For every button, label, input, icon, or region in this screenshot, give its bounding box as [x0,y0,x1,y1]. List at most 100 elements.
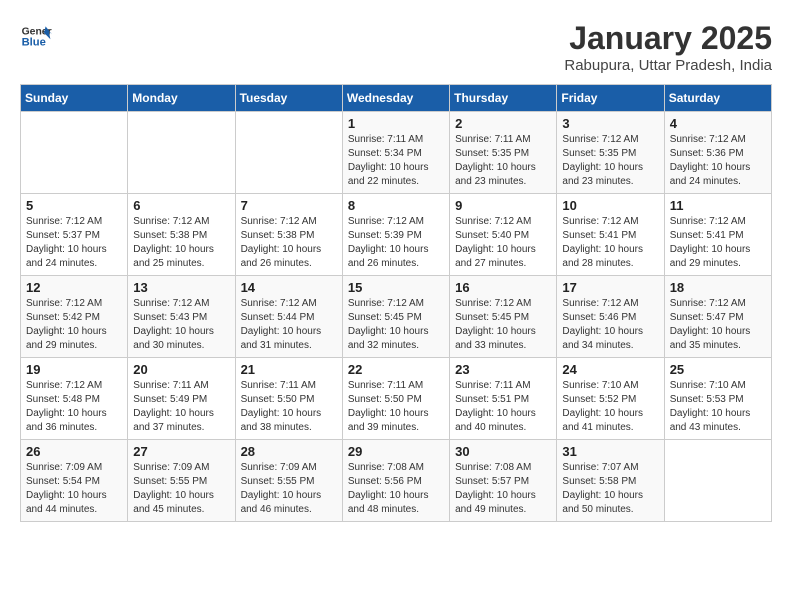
week-row-3: 12 Sunrise: 7:12 AM Sunset: 5:42 PM Dayli… [21,276,772,358]
day-info: Sunrise: 7:09 AM Sunset: 5:55 PM Dayligh… [241,461,337,517]
page-header: General Blue January 2025 Rabupura, Utta… [20,20,772,74]
day-number: 28 [241,444,337,459]
calendar-cell: 1 Sunrise: 7:11 AM Sunset: 5:34 PM Daylig… [342,112,449,194]
day-number: 11 [670,198,766,213]
day-number: 14 [241,280,337,295]
day-info: Sunrise: 7:12 AM Sunset: 5:45 PM Dayligh… [455,297,551,353]
day-number: 26 [26,444,122,459]
calendar-header: SundayMondayTuesdayWednesdayThursdayFrid… [21,85,772,112]
week-row-1: 1 Sunrise: 7:11 AM Sunset: 5:34 PM Daylig… [21,112,772,194]
day-info: Sunrise: 7:10 AM Sunset: 5:53 PM Dayligh… [670,379,766,435]
calendar-cell [664,440,771,522]
day-number: 5 [26,198,122,213]
week-row-5: 26 Sunrise: 7:09 AM Sunset: 5:54 PM Dayli… [21,440,772,522]
calendar-cell: 23Sunrise: 7:11 AM Sunset: 5:51 PM Dayli… [450,358,557,440]
weekday-header-monday: Monday [128,85,235,112]
weekday-row: SundayMondayTuesdayWednesdayThursdayFrid… [21,85,772,112]
weekday-header-thursday: Thursday [450,85,557,112]
day-number: 16 [455,280,551,295]
calendar-cell: 5 Sunrise: 7:12 AM Sunset: 5:37 PM Daylig… [21,194,128,276]
calendar-cell: 28 Sunrise: 7:09 AM Sunset: 5:55 PM Dayli… [235,440,342,522]
day-info: Sunrise: 7:08 AM Sunset: 5:57 PM Dayligh… [455,461,551,517]
calendar-cell: 3Sunrise: 7:12 AM Sunset: 5:35 PM Daylig… [557,112,664,194]
day-number: 29 [348,444,444,459]
calendar-cell: 26 Sunrise: 7:09 AM Sunset: 5:54 PM Dayli… [21,440,128,522]
day-number: 4 [670,116,766,131]
day-info: Sunrise: 7:12 AM Sunset: 5:36 PM Dayligh… [670,133,766,189]
day-number: 24 [562,362,658,377]
day-info: Sunrise: 7:12 AM Sunset: 5:48 PM Dayligh… [26,379,122,435]
day-info: Sunrise: 7:12 AM Sunset: 5:47 PM Dayligh… [670,297,766,353]
calendar-cell: 18Sunrise: 7:12 AM Sunset: 5:47 PM Dayli… [664,276,771,358]
day-number: 20 [133,362,229,377]
weekday-header-tuesday: Tuesday [235,85,342,112]
day-number: 10 [562,198,658,213]
day-info: Sunrise: 7:12 AM Sunset: 5:38 PM Dayligh… [133,215,229,271]
calendar-cell: 29 Sunrise: 7:08 AM Sunset: 5:56 PM Dayli… [342,440,449,522]
calendar-cell: 4 Sunrise: 7:12 AM Sunset: 5:36 PM Daylig… [664,112,771,194]
main-title: January 2025 [564,20,772,57]
day-info: Sunrise: 7:12 AM Sunset: 5:40 PM Dayligh… [455,215,551,271]
calendar-cell: 16 Sunrise: 7:12 AM Sunset: 5:45 PM Dayli… [450,276,557,358]
day-number: 25 [670,362,766,377]
day-info: Sunrise: 7:11 AM Sunset: 5:49 PM Dayligh… [133,379,229,435]
day-number: 30 [455,444,551,459]
day-number: 8 [348,198,444,213]
day-info: Sunrise: 7:11 AM Sunset: 5:35 PM Dayligh… [455,133,551,189]
weekday-header-sunday: Sunday [21,85,128,112]
day-number: 22 [348,362,444,377]
logo: General Blue [20,20,52,52]
calendar-cell: 22Sunrise: 7:11 AM Sunset: 5:50 PM Dayli… [342,358,449,440]
calendar-cell: 7Sunrise: 7:12 AM Sunset: 5:38 PM Daylig… [235,194,342,276]
calendar-cell [128,112,235,194]
day-info: Sunrise: 7:08 AM Sunset: 5:56 PM Dayligh… [348,461,444,517]
day-number: 13 [133,280,229,295]
day-info: Sunrise: 7:10 AM Sunset: 5:52 PM Dayligh… [562,379,658,435]
day-number: 31 [562,444,658,459]
calendar-cell: 27 Sunrise: 7:09 AM Sunset: 5:55 PM Dayli… [128,440,235,522]
day-info: Sunrise: 7:09 AM Sunset: 5:54 PM Dayligh… [26,461,122,517]
calendar-cell: 31Sunrise: 7:07 AM Sunset: 5:58 PM Dayli… [557,440,664,522]
svg-text:Blue: Blue [22,37,46,49]
calendar-cell: 20 Sunrise: 7:11 AM Sunset: 5:49 PM Dayli… [128,358,235,440]
day-number: 6 [133,198,229,213]
calendar-cell [21,112,128,194]
day-info: Sunrise: 7:12 AM Sunset: 5:41 PM Dayligh… [670,215,766,271]
calendar-cell: 13Sunrise: 7:12 AM Sunset: 5:43 PM Dayli… [128,276,235,358]
day-info: Sunrise: 7:12 AM Sunset: 5:42 PM Dayligh… [26,297,122,353]
logo-icon: General Blue [20,20,52,52]
calendar-cell: 15Sunrise: 7:12 AM Sunset: 5:45 PM Dayli… [342,276,449,358]
calendar-cell: 8Sunrise: 7:12 AM Sunset: 5:39 PM Daylig… [342,194,449,276]
day-info: Sunrise: 7:12 AM Sunset: 5:41 PM Dayligh… [562,215,658,271]
weekday-header-saturday: Saturday [664,85,771,112]
calendar-cell: 11 Sunrise: 7:12 AM Sunset: 5:41 PM Dayli… [664,194,771,276]
week-row-2: 5 Sunrise: 7:12 AM Sunset: 5:37 PM Daylig… [21,194,772,276]
day-number: 27 [133,444,229,459]
day-number: 15 [348,280,444,295]
day-number: 2 [455,116,551,131]
day-number: 7 [241,198,337,213]
day-info: Sunrise: 7:12 AM Sunset: 5:37 PM Dayligh… [26,215,122,271]
weekday-header-wednesday: Wednesday [342,85,449,112]
calendar-table: SundayMondayTuesdayWednesdayThursdayFrid… [20,84,772,522]
calendar-cell: 6 Sunrise: 7:12 AM Sunset: 5:38 PM Daylig… [128,194,235,276]
day-info: Sunrise: 7:12 AM Sunset: 5:44 PM Dayligh… [241,297,337,353]
week-row-4: 19Sunrise: 7:12 AM Sunset: 5:48 PM Dayli… [21,358,772,440]
calendar-cell: 25 Sunrise: 7:10 AM Sunset: 5:53 PM Dayli… [664,358,771,440]
day-number: 9 [455,198,551,213]
calendar-cell [235,112,342,194]
day-info: Sunrise: 7:11 AM Sunset: 5:51 PM Dayligh… [455,379,551,435]
calendar-cell: 2 Sunrise: 7:11 AM Sunset: 5:35 PM Daylig… [450,112,557,194]
weekday-header-friday: Friday [557,85,664,112]
calendar-cell: 17Sunrise: 7:12 AM Sunset: 5:46 PM Dayli… [557,276,664,358]
day-number: 21 [241,362,337,377]
day-info: Sunrise: 7:09 AM Sunset: 5:55 PM Dayligh… [133,461,229,517]
calendar-body: 1 Sunrise: 7:11 AM Sunset: 5:34 PM Daylig… [21,112,772,522]
day-info: Sunrise: 7:11 AM Sunset: 5:34 PM Dayligh… [348,133,444,189]
day-number: 1 [348,116,444,131]
calendar-cell: 9 Sunrise: 7:12 AM Sunset: 5:40 PM Daylig… [450,194,557,276]
day-number: 12 [26,280,122,295]
title-block: January 2025 Rabupura, Uttar Pradesh, In… [564,20,772,74]
subtitle: Rabupura, Uttar Pradesh, India [564,57,772,74]
calendar-cell: 21Sunrise: 7:11 AM Sunset: 5:50 PM Dayli… [235,358,342,440]
